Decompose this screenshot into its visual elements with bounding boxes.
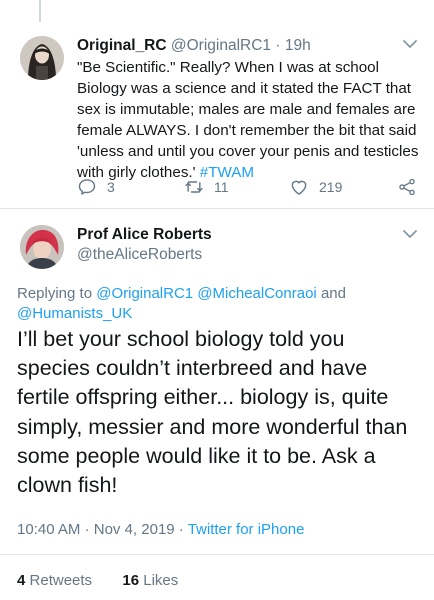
tweet-body: "Be Scientific." Really? When I was at s…: [77, 59, 419, 181]
divider: [0, 554, 434, 555]
mention-link[interactable]: @OriginalRC1: [96, 285, 193, 302]
author-name[interactable]: Prof Alice Roberts: [77, 226, 212, 244]
tweet-stats: 4 Retweets 16 Likes: [17, 572, 178, 589]
like-count: 219: [319, 179, 343, 195]
separator: ·: [275, 37, 281, 54]
separator: ·: [178, 521, 184, 538]
likes-label: Likes: [143, 572, 179, 589]
author-handle[interactable]: @OriginalRC1: [171, 37, 271, 54]
retweet-count: 11: [214, 179, 229, 195]
author-handle[interactable]: @theAliceRoberts: [77, 246, 202, 264]
avatar-image: [20, 225, 64, 269]
retweets-stat[interactable]: 4 Retweets: [17, 572, 96, 589]
retweets-count: 4: [17, 572, 26, 589]
tweet-source-link[interactable]: Twitter for iPhone: [188, 521, 305, 538]
divider: [0, 208, 434, 209]
avatar[interactable]: [20, 36, 64, 80]
mention-link[interactable]: @Humanists_UK: [17, 305, 132, 322]
author-name[interactable]: Original_RC: [77, 37, 167, 54]
chevron-down-icon[interactable]: [402, 38, 418, 50]
replying-prefix: Replying to: [17, 285, 93, 302]
avatar[interactable]: [20, 225, 64, 269]
separator: ·: [84, 521, 90, 538]
tweet-text: "Be Scientific." Really? When I was at s…: [77, 57, 422, 183]
like-button[interactable]: 219: [289, 177, 342, 197]
like-icon: [291, 180, 307, 195]
tweet-time[interactable]: 10:40 AM: [17, 521, 80, 538]
thread-connector-line: [39, 0, 41, 22]
tweet-date[interactable]: Nov 4, 2019: [94, 521, 175, 538]
share-button[interactable]: [397, 177, 417, 197]
tweet-text: I’ll bet your school biology told you sp…: [17, 327, 408, 498]
reply-count: 3: [107, 179, 115, 195]
avatar-image: [20, 36, 64, 80]
parent-tweet-header: Original_RC @OriginalRC1 · 19h: [77, 37, 311, 55]
reply-button[interactable]: 3: [77, 177, 115, 197]
reply-icon: [78, 179, 96, 195]
replying-to: Replying to @OriginalRC1 @MichealConraoi…: [17, 284, 417, 324]
likes-count: 16: [122, 572, 140, 589]
mention-link[interactable]: @MichealConraoi: [197, 285, 316, 302]
tweet-time[interactable]: 19h: [285, 37, 311, 54]
tweet-meta: 10:40 AM · Nov 4, 2019 · Twitter for iPh…: [17, 521, 304, 538]
likes-stat[interactable]: 16 Likes: [122, 572, 178, 589]
retweet-icon: [185, 181, 203, 193]
retweets-label: Retweets: [29, 572, 93, 589]
retweet-button[interactable]: 11: [184, 177, 229, 197]
tweet-actions: 3 11 219: [77, 177, 422, 201]
parent-tweet[interactable]: Original_RC @OriginalRC1 · 19h "Be Scien…: [0, 22, 434, 208]
and-word: and: [320, 285, 346, 302]
chevron-down-icon[interactable]: [402, 228, 418, 240]
share-icon: [399, 178, 415, 196]
